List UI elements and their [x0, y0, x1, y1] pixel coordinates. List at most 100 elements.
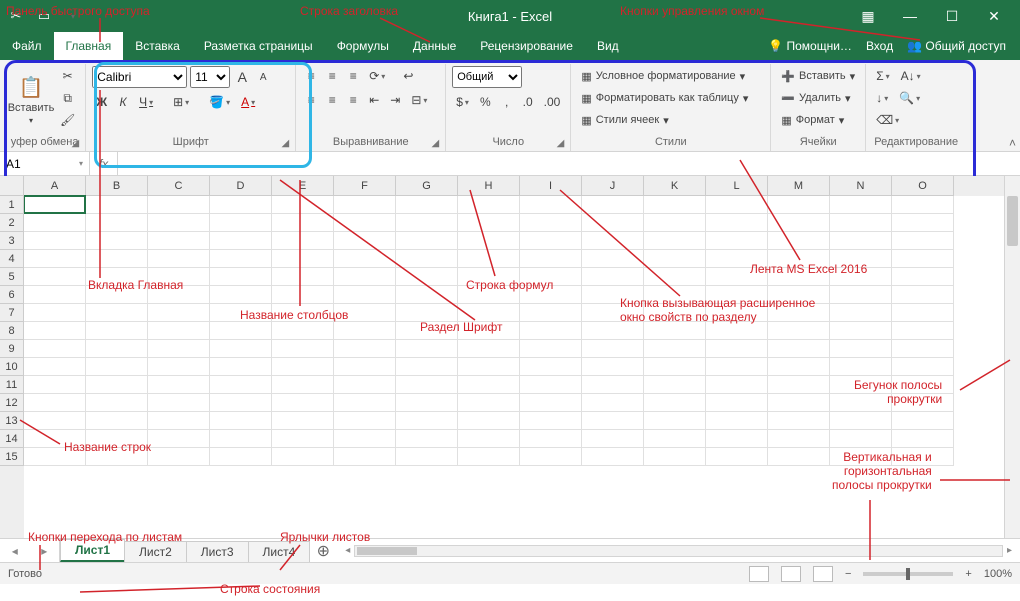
row-header[interactable]: 5 [0, 268, 24, 286]
row-header[interactable]: 11 [0, 376, 24, 394]
zoom-slider[interactable] [863, 572, 953, 576]
font-name-select[interactable]: Calibri [92, 66, 187, 88]
tab-data[interactable]: Данные [401, 32, 468, 60]
zoom-out-button[interactable]: − [845, 568, 851, 580]
align-top-button[interactable]: ≡ [302, 66, 320, 86]
underline-button[interactable]: Ч [135, 92, 157, 112]
row-header[interactable]: 1 [0, 196, 24, 214]
formula-input[interactable] [118, 152, 1020, 175]
horizontal-scroll-thumb[interactable] [357, 547, 417, 555]
sheet-tab[interactable]: Лист3 [186, 541, 249, 562]
indent-inc-button[interactable]: ⇥ [386, 90, 404, 110]
grow-font-button[interactable]: A [233, 67, 251, 87]
cut-button[interactable]: ✂ [56, 66, 79, 86]
font-color-button[interactable]: A [237, 92, 259, 112]
clipboard-launcher[interactable]: ◢ [72, 138, 80, 149]
comma-button[interactable]: , [498, 92, 516, 112]
col-header[interactable]: E [272, 176, 334, 196]
font-size-select[interactable]: 11 [190, 66, 230, 88]
tell-me[interactable]: 💡 Помощни… [768, 39, 852, 53]
row-header[interactable]: 9 [0, 340, 24, 358]
view-normal-button[interactable] [749, 566, 769, 582]
col-header[interactable]: H [458, 176, 520, 196]
dec-decimal-button[interactable]: .00 [540, 92, 565, 112]
name-box-input[interactable] [6, 157, 66, 171]
autosum-button[interactable]: Σ [872, 66, 893, 86]
align-right-button[interactable]: ≡ [344, 90, 362, 110]
sheet-tab[interactable]: Лист2 [124, 541, 187, 562]
percent-button[interactable]: % [476, 92, 495, 112]
row-header[interactable]: 7 [0, 304, 24, 322]
fx-icon[interactable]: fx [90, 152, 118, 175]
view-page-layout-button[interactable] [781, 566, 801, 582]
wrap-text-button[interactable]: ↩ [399, 66, 417, 86]
row-header[interactable]: 13 [0, 412, 24, 430]
sort-filter-button[interactable]: A↓ [897, 66, 925, 86]
tab-formulas[interactable]: Формулы [325, 32, 401, 60]
col-header[interactable]: G [396, 176, 458, 196]
paste-button[interactable]: 📋 Вставить ▾ [10, 66, 52, 134]
vertical-scroll-thumb[interactable] [1007, 196, 1018, 246]
row-header[interactable]: 15 [0, 448, 24, 466]
col-header[interactable]: I [520, 176, 582, 196]
row-header[interactable]: 2 [0, 214, 24, 232]
collapse-ribbon-button[interactable]: ˄ [1009, 136, 1016, 150]
view-page-break-button[interactable] [813, 566, 833, 582]
merge-button[interactable]: ⊟ [407, 90, 431, 110]
delete-cells-button[interactable]: ➖Удалить ▾ [777, 88, 859, 108]
tab-review[interactable]: Рецензирование [468, 32, 585, 60]
orientation-button[interactable]: ⟳ [365, 66, 389, 86]
tab-insert[interactable]: Вставка [123, 32, 192, 60]
align-center-button[interactable]: ≡ [323, 90, 341, 110]
row-header[interactable]: 8 [0, 322, 24, 340]
sheet-tab[interactable]: Лист4 [248, 541, 311, 562]
zoom-slider-thumb[interactable] [906, 568, 910, 580]
copy-button[interactable]: ⧉ [56, 88, 79, 108]
align-launcher[interactable]: ◢ [432, 138, 440, 149]
shrink-font-button[interactable]: A [254, 67, 272, 87]
inc-decimal-button[interactable]: .0 [519, 92, 537, 112]
ribbon-options-icon[interactable]: ▦ [856, 4, 880, 28]
col-header[interactable]: O [892, 176, 954, 196]
number-launcher[interactable]: ◢ [557, 138, 565, 149]
clear-button[interactable]: ⌫ [872, 110, 903, 130]
row-header[interactable]: 4 [0, 250, 24, 268]
align-bottom-button[interactable]: ≡ [344, 66, 362, 86]
bold-button[interactable]: Ж [92, 92, 111, 112]
row-header[interactable]: 14 [0, 430, 24, 448]
cell-styles-button[interactable]: ▦Стили ячеек ▾ [577, 110, 764, 130]
col-header[interactable]: M [768, 176, 830, 196]
row-header[interactable]: 10 [0, 358, 24, 376]
indent-dec-button[interactable]: ⇤ [365, 90, 383, 110]
minimize-button[interactable]: — [898, 4, 922, 28]
zoom-level[interactable]: 100% [984, 568, 1012, 580]
find-select-button[interactable]: 🔍 [895, 88, 924, 108]
vertical-scrollbar[interactable] [1004, 176, 1020, 538]
col-header[interactable]: L [706, 176, 768, 196]
font-launcher[interactable]: ◢ [282, 138, 290, 149]
align-left-button[interactable]: ≡ [302, 90, 320, 110]
currency-button[interactable]: $ [452, 92, 473, 112]
insert-cells-button[interactable]: ➕Вставить ▾ [777, 66, 859, 86]
col-header[interactable]: J [582, 176, 644, 196]
cells-area[interactable]: /* rows generated below via JS for brevi… [24, 196, 1004, 466]
zoom-in-button[interactable]: + [965, 568, 971, 580]
tab-file[interactable]: Файл [0, 32, 54, 60]
tab-home[interactable]: Главная [54, 32, 124, 60]
row-header[interactable]: 3 [0, 232, 24, 250]
format-painter-button[interactable]: 🖌 [56, 110, 79, 130]
sign-in[interactable]: Вход [866, 39, 893, 53]
select-all-corner[interactable] [0, 176, 24, 196]
tab-page-layout[interactable]: Разметка страницы [192, 32, 325, 60]
row-header[interactable]: 6 [0, 286, 24, 304]
horizontal-scrollbar[interactable]: ◂ ▸ [337, 539, 1020, 562]
number-format-select[interactable]: Общий [452, 66, 522, 88]
borders-button[interactable]: ⊞ [169, 92, 193, 112]
italic-button[interactable]: К [114, 92, 132, 112]
col-header[interactable]: F [334, 176, 396, 196]
col-header[interactable]: K [644, 176, 706, 196]
col-header[interactable]: C [148, 176, 210, 196]
share-button[interactable]: 👥 Общий доступ [907, 39, 1006, 53]
col-header[interactable]: N [830, 176, 892, 196]
col-header[interactable]: A [24, 176, 86, 196]
